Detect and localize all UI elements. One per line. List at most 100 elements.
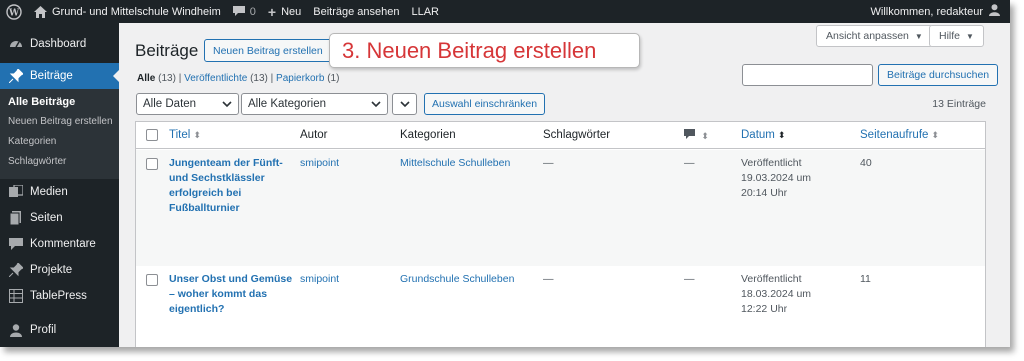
llar-link[interactable]: LLAR xyxy=(405,0,445,23)
user-avatar-icon xyxy=(989,4,1000,19)
column-title-label: Titel xyxy=(169,129,191,141)
post-author-link[interactable]: smipoint xyxy=(300,156,339,171)
view-posts-label: Beiträge ansehen xyxy=(313,5,400,18)
pushpin-icon xyxy=(8,68,24,84)
sidebar-item-pages[interactable]: Seiten xyxy=(0,205,119,231)
date-filter-select[interactable]: Alle Daten xyxy=(136,93,239,115)
view-posts-link[interactable]: Beiträge ansehen xyxy=(307,0,405,23)
greeting: Willkommen, redakteur xyxy=(870,5,983,18)
new-content-link[interactable]: + Neu xyxy=(262,0,307,23)
help-label: Hilfe xyxy=(939,30,961,42)
post-author-link[interactable]: smipoint xyxy=(300,272,339,287)
admin-bar: W Grund- und Mittelschule Windheim 0 + N… xyxy=(0,0,1010,23)
pushpin-icon xyxy=(8,262,24,278)
media-icon xyxy=(8,184,24,200)
post-time-line: 20:14 Uhr xyxy=(741,187,788,199)
screen-options-button[interactable]: Ansicht anpassen ▼ xyxy=(816,25,933,47)
instruction-callout: 3. Neuen Beitrag erstellen xyxy=(329,33,640,68)
column-tags: Schlagwörter xyxy=(543,129,611,141)
comments-icon xyxy=(8,236,24,252)
category-filter-select[interactable]: Alle Kategorien xyxy=(241,93,388,115)
post-time-line: 12:22 Uhr xyxy=(741,303,788,315)
post-tags: — xyxy=(543,157,554,169)
post-title-line: Jungenteam der Fünft- xyxy=(169,157,283,169)
items-count: 13 Einträge xyxy=(932,98,986,110)
submenu-all-posts[interactable]: Alle Beiträge xyxy=(0,93,119,113)
post-title-line: Unser Obst und Gemüse xyxy=(169,273,293,285)
post-title-line: eigentlich? xyxy=(169,303,225,315)
post-date-line: 18.03.2024 um xyxy=(741,288,812,300)
user-icon xyxy=(8,322,24,338)
posts-table: Titel ⬍ Autor Kategorien Schlagwörter ⬍ D… xyxy=(135,121,986,347)
chevron-down-icon xyxy=(400,99,410,112)
column-views[interactable]: Seitenaufrufe ⬍ xyxy=(860,129,939,141)
column-date[interactable]: Datum ⬍ xyxy=(741,129,785,141)
llar-label: LLAR xyxy=(411,5,440,18)
post-title-link[interactable]: Unser Obst und Gemüse – woher kommt das … xyxy=(169,272,299,317)
wp-admin-window: W Grund- und Mittelschule Windheim 0 + N… xyxy=(0,0,1010,347)
sidebar-item-profile[interactable]: Profil xyxy=(0,317,119,343)
add-new-post-button[interactable]: Neuen Beitrag erstellen xyxy=(204,39,332,62)
sidebar-label-media: Medien xyxy=(30,186,68,198)
post-views: 40 xyxy=(860,157,872,169)
column-categories: Kategorien xyxy=(400,129,456,141)
row-checkbox[interactable] xyxy=(146,274,158,286)
date-filter-value: Alle Daten xyxy=(143,98,197,110)
apply-filter-button[interactable]: Auswahl einschränken xyxy=(424,93,546,115)
post-title-link[interactable]: Jungenteam der Fünft- und Sechstklässler… xyxy=(169,156,289,216)
post-date: Veröffentlicht 19.03.2024 um 20:14 Uhr xyxy=(741,156,811,201)
chevron-down-icon xyxy=(222,99,232,112)
submenu-add-new-post[interactable]: Neuen Beitrag erstellen xyxy=(0,113,119,133)
sidebar-item-posts[interactable]: Beiträge xyxy=(0,63,119,89)
column-comments[interactable]: ⬍ xyxy=(684,129,709,142)
post-category-link[interactable]: Grundschule Schulleben xyxy=(400,272,514,287)
column-date-label: Datum xyxy=(741,129,775,141)
view-separator: | xyxy=(178,73,182,84)
comment-bubble-icon xyxy=(232,6,245,17)
caret-down-icon: ▼ xyxy=(966,31,974,41)
sidebar-item-projects[interactable]: Projekte xyxy=(0,257,119,283)
site-name: Grund- und Mittelschule Windheim xyxy=(52,5,221,18)
row-checkbox[interactable] xyxy=(146,158,158,170)
caret-down-icon: ▼ xyxy=(914,31,923,41)
post-category-link[interactable]: Mittelschule Schulleben xyxy=(400,156,510,171)
sidebar-item-media[interactable]: Medien xyxy=(0,179,119,205)
post-title-line: erfolgreich bei xyxy=(169,187,242,199)
post-views: 11 xyxy=(860,273,871,285)
pages-icon xyxy=(8,210,24,226)
bulk-select[interactable] xyxy=(392,93,417,115)
column-author: Autor xyxy=(300,129,328,141)
post-title-line: – woher kommt das xyxy=(169,288,268,300)
sidebar-item-comments[interactable]: Kommentare xyxy=(0,231,119,257)
sort-icon: ⬍ xyxy=(931,130,939,140)
sort-desc-icon: ⬍ xyxy=(777,130,786,140)
page-title: Beiträge xyxy=(135,41,199,60)
search-posts-button[interactable]: Beiträge durchsuchen xyxy=(878,64,999,86)
view-all[interactable]: Alle xyxy=(137,73,155,84)
new-label: Neu xyxy=(281,5,302,18)
view-published[interactable]: Veröffentlichte xyxy=(184,73,247,84)
submenu-tags[interactable]: Schlagwörter xyxy=(0,153,119,173)
post-title-line: Fußballturnier xyxy=(169,202,240,214)
sidebar-label-dashboard: Dashboard xyxy=(30,38,87,50)
sidebar-item-dashboard[interactable]: Dashboard xyxy=(0,31,119,57)
screen-options-label: Ansicht anpassen xyxy=(826,30,909,42)
wordpress-logo-icon[interactable]: W xyxy=(0,0,28,23)
post-search-input[interactable] xyxy=(742,64,873,86)
my-account-link[interactable]: Willkommen, redakteur xyxy=(871,4,1010,19)
sidebar-label-tablepress: TablePress xyxy=(30,290,87,302)
post-date-line: 19.03.2024 um xyxy=(741,172,812,184)
table-row: Jungenteam der Fünft- und Sechstklässler… xyxy=(136,150,985,266)
view-published-count: (13) xyxy=(250,73,268,84)
column-title[interactable]: Titel ⬍ xyxy=(169,129,201,141)
select-all-checkbox[interactable] xyxy=(146,129,158,141)
comments-link[interactable]: 0 xyxy=(227,0,262,23)
sidebar-label-profile: Profil xyxy=(30,324,57,336)
view-trash[interactable]: Papierkorb xyxy=(276,73,324,84)
site-name-link[interactable]: Grund- und Mittelschule Windheim xyxy=(28,0,227,23)
help-button[interactable]: Hilfe ▼ xyxy=(929,25,984,47)
view-trash-count: (1) xyxy=(327,73,340,84)
submenu-categories[interactable]: Kategorien xyxy=(0,133,119,153)
dashboard-icon xyxy=(8,36,24,52)
sidebar-item-tablepress[interactable]: TablePress xyxy=(0,283,119,309)
